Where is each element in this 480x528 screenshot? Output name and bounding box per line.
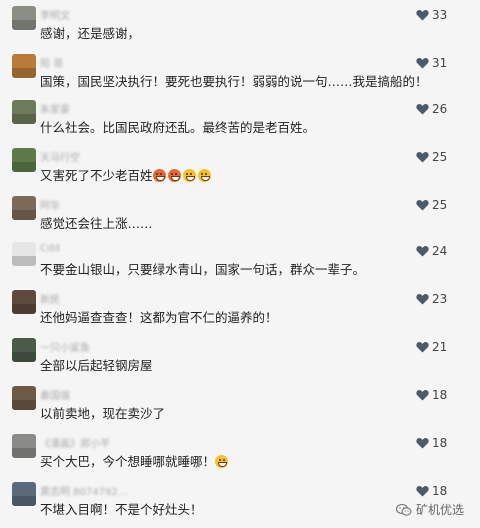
like-count: 24 — [432, 244, 448, 258]
grin-face-emoji-icon — [197, 169, 211, 182]
heart-icon — [416, 103, 429, 115]
grin-face-emoji-icon — [182, 169, 196, 182]
commenter-name[interactable]: 新民 — [40, 291, 60, 306]
comment-text-content: 全部以后起轻钢房屋 — [40, 358, 153, 373]
comment-item: 秦国强以前卖地，现在卖沙了 18 — [0, 384, 480, 432]
like-button[interactable]: 18 — [416, 436, 456, 452]
watermark: 矿机优选 — [395, 501, 464, 518]
comment-text-content: 国策，国民坚决执行！要死也要执行！弱弱的说一句……我是搞船的！ — [40, 74, 428, 89]
comment-text: 什么社会。比国民政府还乱。最终苦的是老百姓。 — [40, 117, 315, 136]
comment-text-content: 不要金山银山，只要绿水青山，国家一句话，群众一辈子。 — [40, 262, 366, 277]
commenter-name[interactable]: 秦国强 — [40, 387, 70, 402]
heart-icon — [416, 389, 429, 401]
comment-text: 还他妈逼查查查！这都为官不仁的逼养的！ — [40, 307, 278, 326]
comment-item: 一只小鲨鱼全部以后起轻钢房屋 21 — [0, 336, 480, 384]
commenter-name[interactable]: 黄志明 8074792... — [40, 483, 127, 498]
comment-text-content: 不堪入目啊！不是个好灶头！ — [40, 502, 203, 517]
commenter-name[interactable]: 一只小鲨鱼 — [40, 339, 90, 354]
commenter-name[interactable]: 阳 哥 — [40, 55, 63, 70]
avatar[interactable] — [12, 6, 36, 30]
commenter-name[interactable]: 李明文 — [40, 7, 70, 22]
comment-text-content: 买个大巴，今个想睡哪就睡哪！ — [40, 454, 216, 469]
comment-text: 国策，国民坚决执行！要死也要执行！弱弱的说一句……我是搞船的！ — [40, 71, 428, 90]
comment-item: 《漫画》郑小平买个大巴，今个想睡哪就睡哪！ 18 — [0, 432, 480, 480]
like-count: 25 — [432, 150, 448, 164]
commenter-name[interactable]: 阿华 — [40, 197, 60, 212]
like-button[interactable]: 21 — [416, 340, 456, 356]
comment-text-content: 感觉还会往上涨…… — [40, 216, 153, 231]
comment-list: 李明文感谢，还是感谢， 33 阳 哥国策，国民坚决执行！要死也要执行！弱弱的说一句…… — [0, 0, 480, 524]
comment-item: 天马行空又害死了不少老百姓 25 — [0, 146, 480, 194]
like-button[interactable]: 23 — [416, 292, 456, 308]
comment-text: 感谢，还是感谢， — [40, 23, 140, 42]
like-button[interactable]: 26 — [416, 102, 456, 118]
grin-face-emoji-icon — [215, 455, 229, 468]
heart-icon — [416, 485, 429, 497]
like-count: 18 — [432, 484, 448, 498]
angry-face-emoji-icon — [152, 169, 166, 182]
comment-text-content: 还他妈逼查查查！这都为官不仁的逼养的！ — [40, 310, 278, 325]
avatar[interactable] — [12, 482, 36, 506]
heart-icon — [416, 293, 429, 305]
like-count: 26 — [432, 102, 448, 116]
heart-icon — [416, 151, 429, 163]
like-count: 18 — [432, 388, 448, 402]
comment-text: 不堪入目啊！不是个好灶头！ — [40, 499, 203, 518]
comment-text-content: 感谢，还是感谢， — [40, 26, 141, 41]
comment-text: 全部以后起轻钢房屋 — [40, 355, 153, 374]
heart-icon — [416, 57, 429, 69]
like-count: 25 — [432, 198, 448, 212]
avatar[interactable] — [12, 338, 36, 362]
comment-item: 阿华感觉还会往上涨…… 25 — [0, 194, 480, 242]
like-count: 23 — [432, 292, 448, 306]
like-button[interactable]: 18 — [416, 484, 456, 500]
watermark-text: 矿机优选 — [415, 503, 464, 517]
comment-text-content: 以前卖地，现在卖沙了 — [40, 406, 166, 421]
comment-item: 新民还他妈逼查查查！这都为官不仁的逼养的！ 23 — [0, 288, 480, 336]
avatar[interactable] — [12, 386, 36, 410]
like-count: 18 — [432, 436, 448, 450]
comment-text-content: 又害死了不少老百姓 — [40, 168, 153, 183]
like-button[interactable]: 25 — [416, 150, 456, 166]
like-count: 21 — [432, 340, 448, 354]
like-button[interactable]: 31 — [416, 56, 456, 72]
comment-text: 又害死了不少老百姓 — [40, 165, 213, 184]
heart-icon — [416, 341, 429, 353]
like-button[interactable]: 24 — [416, 244, 456, 260]
angry-face-emoji-icon — [167, 169, 181, 182]
avatar[interactable] — [12, 290, 36, 314]
wechat-icon — [395, 503, 412, 516]
comment-item: 朱家豪什么社会。比国民政府还乱。最终苦的是老百姓。 26 — [0, 98, 480, 146]
comment-item: Cdd 不要金山银山，只要绿水青山，国家一句话，群众一辈子。 24 — [0, 240, 480, 288]
comment-text: 以前卖地，现在卖沙了 — [40, 403, 165, 422]
avatar[interactable] — [12, 434, 36, 458]
avatar[interactable] — [12, 54, 36, 78]
like-count: 31 — [432, 56, 448, 70]
commenter-name[interactable]: 朱家豪 — [40, 101, 70, 116]
like-button[interactable]: 33 — [416, 8, 456, 24]
heart-icon — [416, 199, 429, 211]
comment-item: 李明文感谢，还是感谢， 33 — [0, 4, 480, 52]
avatar[interactable] — [12, 148, 36, 172]
heart-icon — [416, 9, 429, 21]
comment-item: 阳 哥国策，国民坚决执行！要死也要执行！弱弱的说一句……我是搞船的！ 31 — [0, 52, 480, 100]
avatar[interactable] — [12, 242, 36, 266]
heart-icon — [416, 245, 429, 257]
comment-text: 买个大巴，今个想睡哪就睡哪！ — [40, 451, 230, 470]
comment-text-content: 什么社会。比国民政府还乱。最终苦的是老百姓。 — [40, 120, 316, 135]
avatar[interactable] — [12, 100, 36, 124]
avatar[interactable] — [12, 196, 36, 220]
commenter-name[interactable]: 《漫画》郑小平 — [40, 435, 110, 450]
heart-icon — [416, 437, 429, 449]
like-count: 33 — [432, 8, 448, 22]
like-button[interactable]: 18 — [416, 388, 456, 404]
comment-text: 不要金山银山，只要绿水青山，国家一句话，群众一辈子。 — [40, 259, 365, 278]
comment-text: 感觉还会往上涨…… — [40, 213, 153, 232]
like-button[interactable]: 25 — [416, 198, 456, 214]
commenter-name[interactable]: Cdd — [40, 243, 60, 254]
commenter-name[interactable]: 天马行空 — [40, 149, 80, 164]
